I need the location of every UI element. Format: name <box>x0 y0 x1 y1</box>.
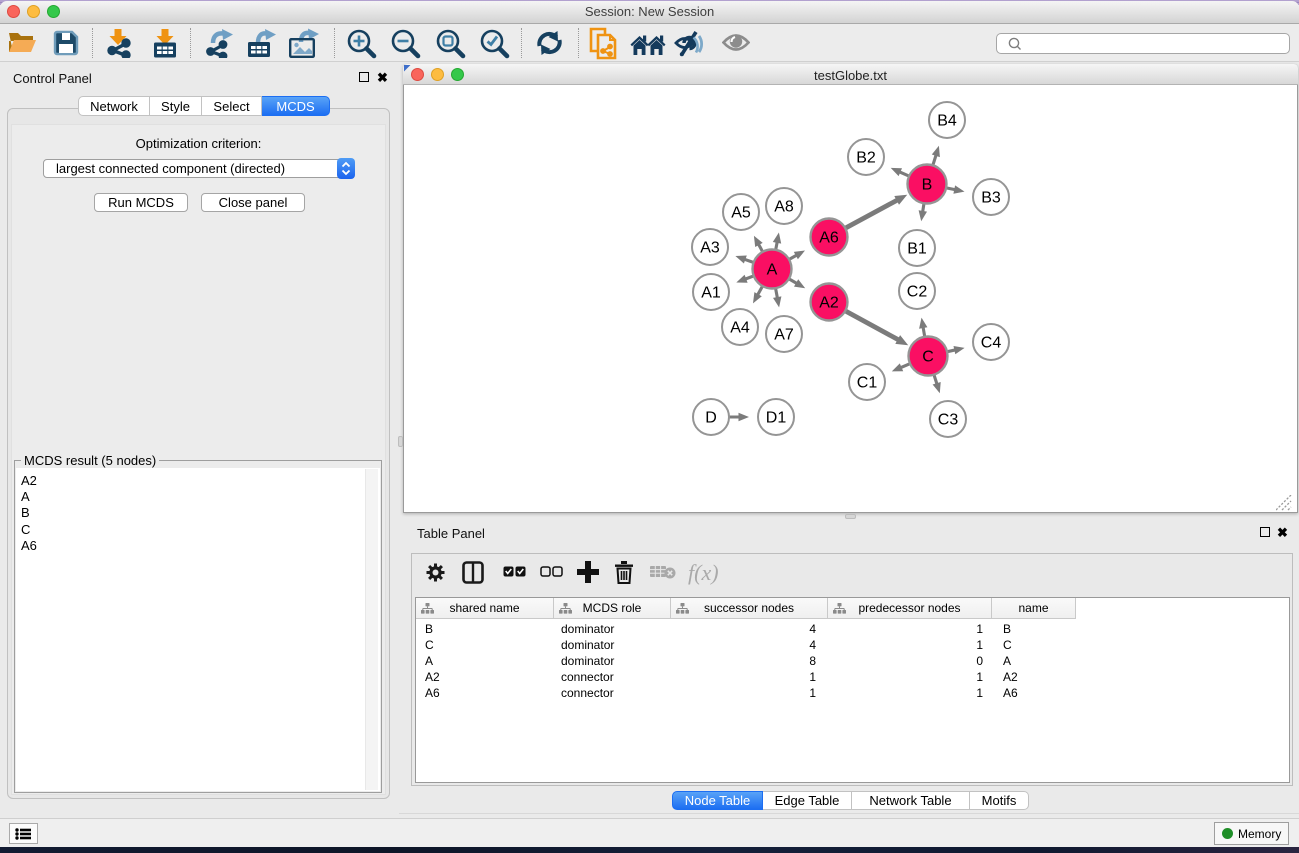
svg-text:A7: A7 <box>774 327 794 344</box>
svg-text:C1: C1 <box>857 375 878 392</box>
svg-text:B4: B4 <box>937 113 957 130</box>
svg-text:A4: A4 <box>730 320 750 337</box>
svg-text:A6: A6 <box>819 230 839 247</box>
svg-text:B2: B2 <box>856 150 876 167</box>
svg-text:B1: B1 <box>907 241 927 258</box>
svg-text:A2: A2 <box>819 295 839 312</box>
svg-text:C2: C2 <box>907 284 928 301</box>
svg-text:D1: D1 <box>766 410 787 427</box>
svg-text:A8: A8 <box>774 199 794 216</box>
svg-text:B: B <box>922 177 933 194</box>
svg-text:A3: A3 <box>700 240 720 257</box>
svg-text:C4: C4 <box>981 335 1002 352</box>
svg-text:C: C <box>922 349 934 366</box>
svg-text:D: D <box>705 410 717 427</box>
svg-text:B3: B3 <box>981 190 1001 207</box>
svg-text:C3: C3 <box>938 412 959 429</box>
svg-text:A1: A1 <box>701 285 721 302</box>
svg-text:A: A <box>767 262 778 279</box>
svg-text:A5: A5 <box>731 205 751 222</box>
